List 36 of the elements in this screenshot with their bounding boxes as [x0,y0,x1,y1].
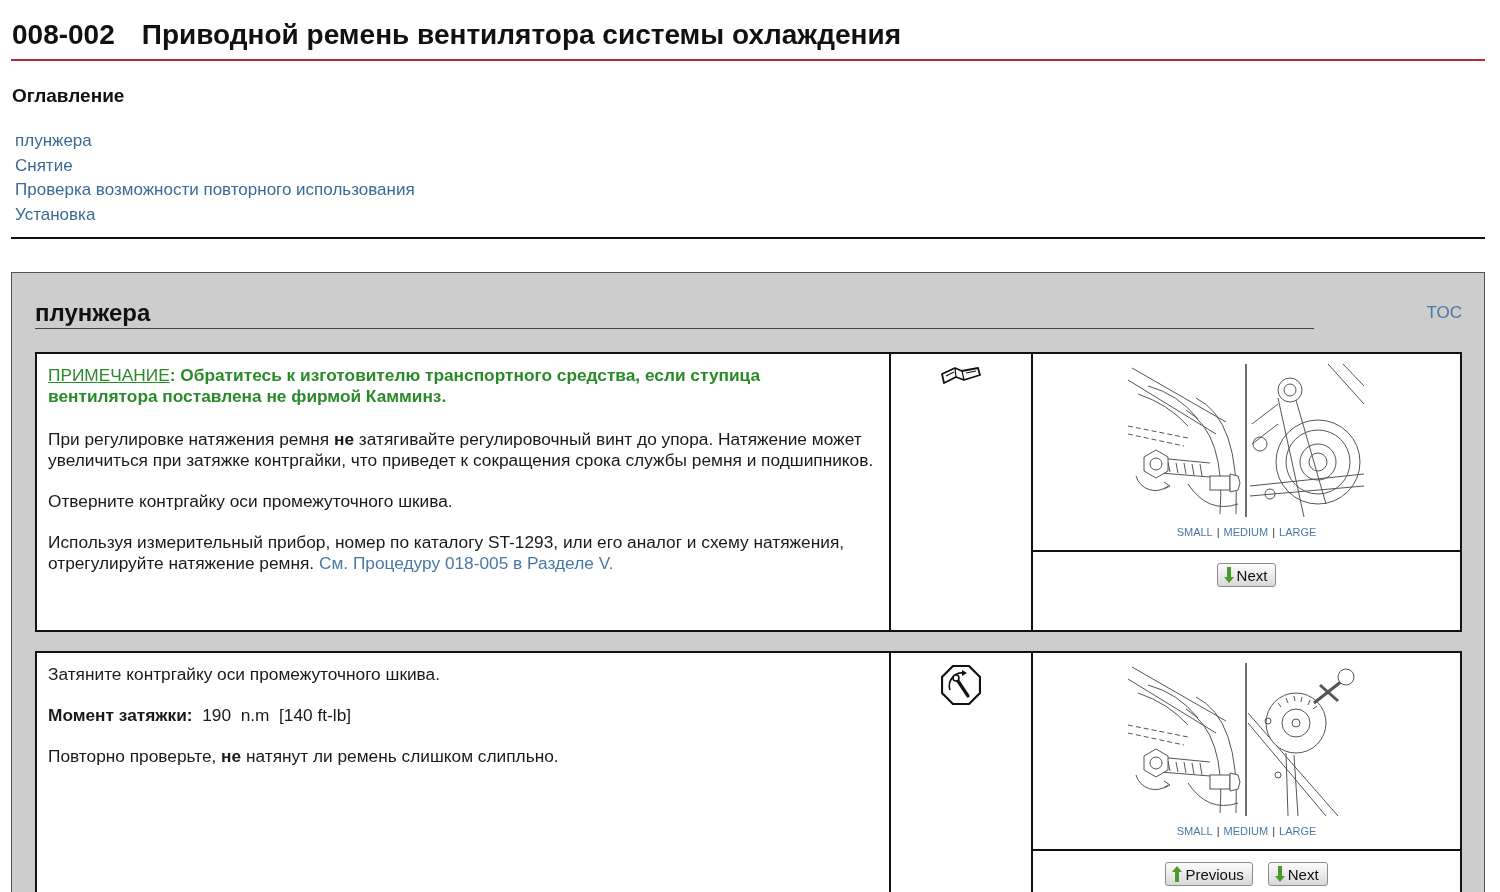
image-size-link[interactable]: SMALL [1176,824,1213,838]
torque-wrench-icon [941,665,981,705]
note-link[interactable]: ПРИМЕЧАНИЕ [48,365,170,385]
down-arrow-icon [1223,567,1234,583]
instruction-text: Момент затяжки: 190 n.m [140 ft-lb] [48,705,353,726]
image-size-link[interactable]: MEDIUM [1223,525,1269,539]
contents-heading: Оглавление [12,85,125,107]
document-code: 008-002 [12,18,115,52]
instruction-text: Используя измерительный прибор, номер по каталогу ST-1293, или его аналог и схему натяжения, отрегулируйте натяжение ремня. См. Процедуру 018-005 в Разделе V. [48,532,846,574]
image-size-link[interactable]: LARGE [1279,525,1317,539]
contents-link[interactable]: Проверка возможности повторного использования [15,178,415,203]
instruction-text: Повторно проверьте, не натянут ли ремень слишком слипльно. [48,746,560,767]
down-arrow-icon [1274,866,1285,882]
separator-text: | [1216,525,1220,539]
document-title: Приводной ремень вентилятора системы охлаждения [141,18,902,52]
image-size-link[interactable]: SMALL [1176,525,1213,539]
image-size-link[interactable]: LARGE [1279,824,1317,838]
note-text: ПРИМЕЧАНИЕ: Обратитесь к изготовителю транспортного средства, если ступица вентилятора поставлена не фирмой Камминз. [48,365,762,407]
procedure-link[interactable]: См. Процедуру 018-005 в Разделе V. [318,553,614,573]
image-size-link[interactable]: MEDIUM [1223,824,1269,838]
book-icon [941,366,981,385]
section-title: плунжера [35,298,1315,329]
instruction-text: Затяните контргайку оси промежуточного шкива. [48,664,441,685]
separator-text: | [1272,525,1276,539]
up-arrow-icon [1172,866,1183,882]
separator-text: | [1272,824,1276,838]
separator-text: | [1216,824,1220,838]
previous-button[interactable]: Previous [1165,862,1253,886]
instruction-text: Отверните контргайку оси промежуточного шкива. [48,491,454,512]
instruction-text: При регулировке натяжения ремня не затягивайте регулировочный винт до упора. Натяжение может увеличиться при затяжке контргайки, что приведет к сокращения срока службы ремня и подшипников. [48,429,875,471]
toc-link[interactable]: TOC [1426,298,1462,328]
contents-link[interactable]: плунжера [15,129,92,154]
contents-link[interactable]: Установка [15,202,96,227]
next-button[interactable]: Next [1267,862,1328,886]
contents-link[interactable]: Снятие [15,153,73,178]
next-button[interactable]: Next [1216,563,1277,587]
